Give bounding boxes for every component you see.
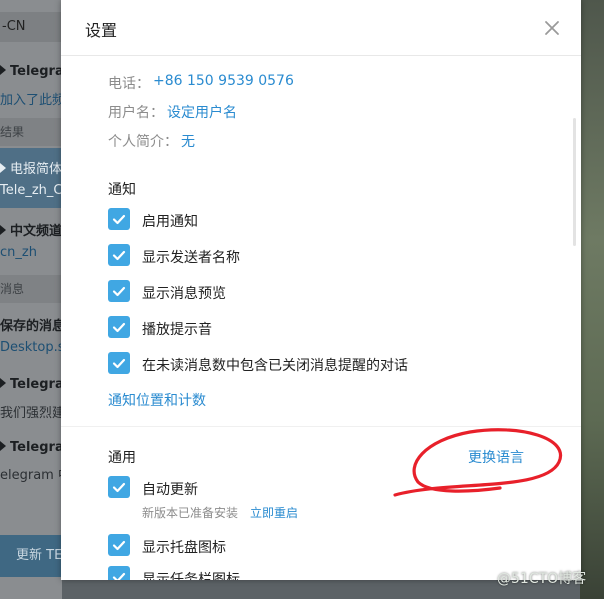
chat-snippet: Desktop.st: [0, 340, 62, 355]
username-link[interactable]: 设定用户名: [167, 102, 237, 122]
change-language-link[interactable]: 更换语言: [468, 447, 524, 467]
include-muted-checkbox[interactable]: [108, 352, 130, 374]
section-divider: [61, 426, 581, 427]
show-tray-icon-checkbox[interactable]: [108, 534, 130, 556]
checkmark-icon: [112, 214, 126, 225]
channel-icon: [0, 441, 6, 451]
show-tray-icon-label[interactable]: 显示托盘图标: [142, 537, 226, 557]
phone-value[interactable]: +86 150 9539 0576: [153, 73, 294, 89]
checkmark-icon: [112, 572, 126, 580]
channel-icon: [0, 65, 6, 75]
channel-icon: [0, 225, 6, 235]
show-preview-checkbox[interactable]: [108, 280, 130, 302]
show-sender-name-label[interactable]: 显示发送者名称: [142, 247, 240, 267]
phone-label: 电话：: [108, 76, 150, 92]
chat-snippet: cn_zh: [0, 245, 37, 260]
bio-label: 个人简介：: [108, 134, 178, 150]
restart-now-link[interactable]: 立即重启: [250, 504, 298, 521]
section-label: 消息: [0, 275, 62, 303]
play-sound-checkbox[interactable]: [108, 316, 130, 338]
general-heading: 通用: [108, 450, 136, 466]
show-preview-label[interactable]: 显示消息预览: [142, 283, 226, 303]
checkmark-icon: [112, 322, 126, 333]
chat-item: Telegram: [0, 440, 62, 455]
update-button: 更新 TE: [0, 535, 62, 577]
chat-snippet: elegram 中: [0, 468, 62, 483]
enable-notifications-checkbox[interactable]: [108, 208, 130, 230]
show-taskbar-icon-checkbox[interactable]: [108, 566, 130, 580]
watermark: @51CTO博客: [497, 571, 587, 587]
auto-update-checkbox[interactable]: [108, 476, 130, 498]
section-label: 结果: [0, 118, 62, 146]
checkmark-icon: [112, 358, 126, 369]
background-header: -CN: [0, 12, 62, 42]
checkmark-icon: [112, 540, 126, 551]
checkmark-icon: [112, 286, 126, 297]
notifications-heading: 通知: [108, 182, 136, 198]
bio-link[interactable]: 无: [181, 131, 195, 151]
play-sound-label[interactable]: 播放提示音: [142, 319, 212, 339]
chat-item: 中文频道: [0, 220, 62, 239]
include-muted-label[interactable]: 在未读消息数中包含已关闭消息提醒的对话: [142, 355, 408, 375]
checkmark-icon: [112, 250, 126, 261]
update-status-text: 新版本已准备安装: [142, 506, 239, 520]
chat-snippet: 加入了此频: [0, 93, 62, 108]
chat-item: 保存的消息: [0, 319, 62, 334]
scrollbar[interactable]: [573, 118, 576, 246]
auto-update-label[interactable]: 自动更新: [142, 479, 198, 499]
chat-item-selected: 电报简体 Tele_zh_CN: [0, 148, 62, 208]
chat-item: Telegram: [0, 64, 62, 79]
checkmark-icon: [112, 482, 126, 493]
background-wallpaper: [580, 0, 604, 599]
chat-snippet: 我们强烈建议: [0, 406, 62, 421]
dialog-header: 设置: [61, 0, 581, 56]
background-chat-list: -CN Telegram 加入了此频 结果 电报简体 Tele_zh_CN 中文…: [0, 0, 62, 599]
channel-icon: [0, 163, 6, 173]
settings-dialog: 设置 电话： +86 150 9539 0576 用户名： 设定用户名 个人简介…: [61, 0, 581, 580]
show-taskbar-icon-label[interactable]: 显示任务栏图标: [142, 569, 240, 580]
chat-item: Telegram: [0, 377, 62, 392]
username-label: 用户名：: [108, 105, 164, 121]
dialog-title: 设置: [85, 21, 118, 40]
notification-position-link[interactable]: 通知位置和计数: [108, 390, 206, 410]
channel-icon: [0, 378, 6, 388]
close-button[interactable]: [540, 16, 564, 40]
close-icon: [545, 21, 559, 35]
show-sender-name-checkbox[interactable]: [108, 244, 130, 266]
enable-notifications-label[interactable]: 启用通知: [142, 211, 198, 231]
